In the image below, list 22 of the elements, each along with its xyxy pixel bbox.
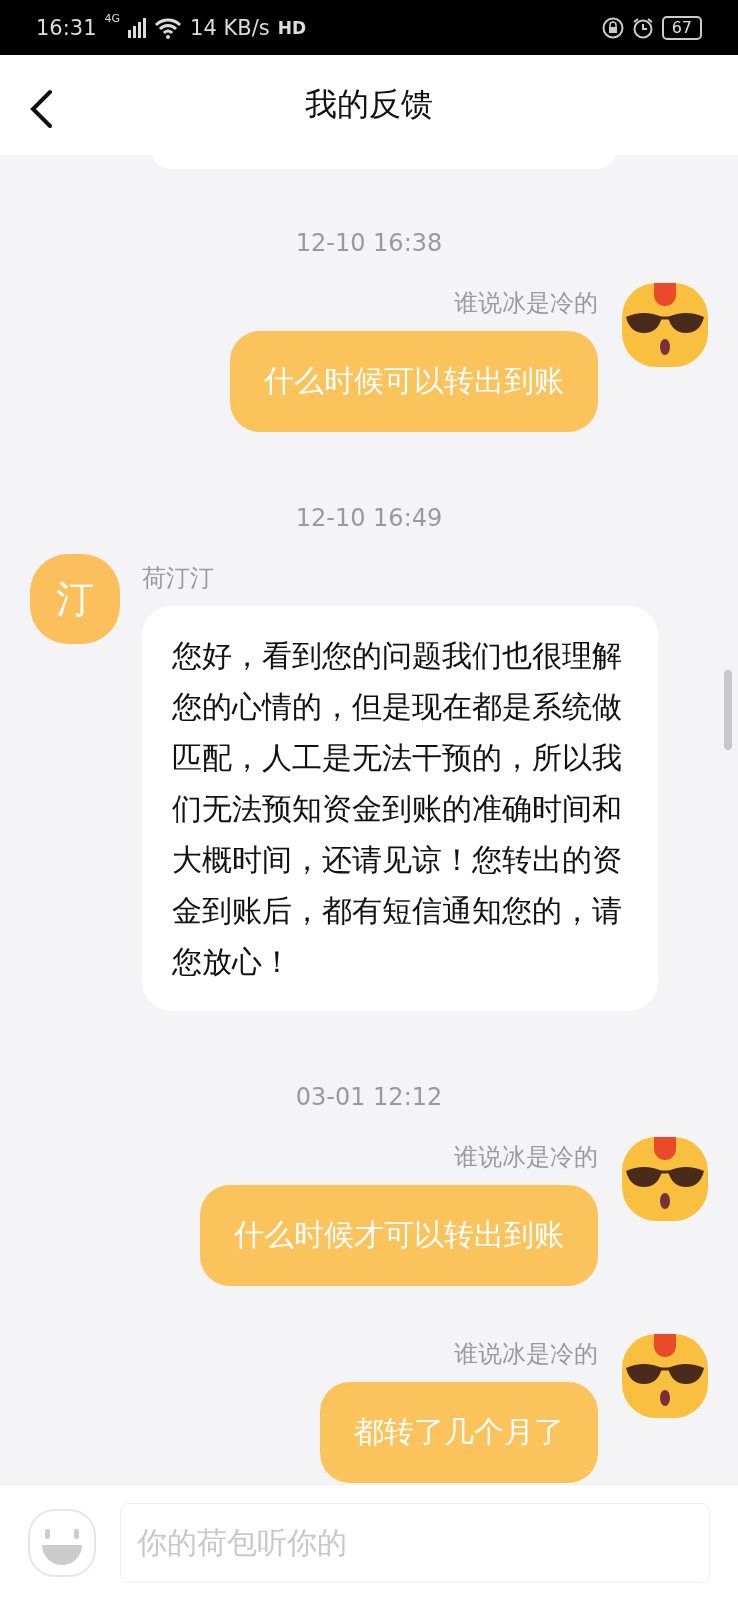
message-time: 12-10 16:49 [295, 504, 443, 532]
sender-name: 谁说冰是冷的 [454, 1339, 598, 1370]
alarm-icon [631, 16, 654, 39]
status-time: 16:31 [36, 15, 97, 40]
network-speed: 14 KB/s [190, 15, 270, 40]
message-bubble: 您好，看到您的问题我们也很理解您的心情的，但是现在都是系统做匹配，人工是无法干预的，所以我们无法预知资金到账的准确时间和大概时间，还请见谅！您转出的资金到账后，都有短信通知您的，请您放心！ [142, 606, 658, 1011]
battery-level: 67 [661, 15, 702, 40]
hd-label: HD [277, 17, 306, 38]
message-bubble: 什么时候才可以转出到账 [200, 1185, 598, 1286]
message-bubble: 都转了几个月了 [320, 1382, 598, 1483]
message-bubble: 什么时候可以转出到账 [230, 331, 598, 432]
message-time: 12-10 16:38 [295, 229, 443, 257]
wifi-icon [154, 16, 183, 39]
sender-name: 荷汀汀 [142, 563, 214, 594]
sender-name: 谁说冰是冷的 [454, 288, 598, 319]
message-time: 03-01 12:12 [295, 1083, 443, 1111]
signal-icon [128, 17, 147, 38]
sender-name: 谁说冰是冷的 [454, 1142, 598, 1173]
rotation-lock-icon [601, 16, 624, 39]
network-type: 4G [104, 12, 121, 25]
page-title: 我的反馈 [305, 84, 433, 125]
avatar: 汀 [30, 554, 120, 644]
